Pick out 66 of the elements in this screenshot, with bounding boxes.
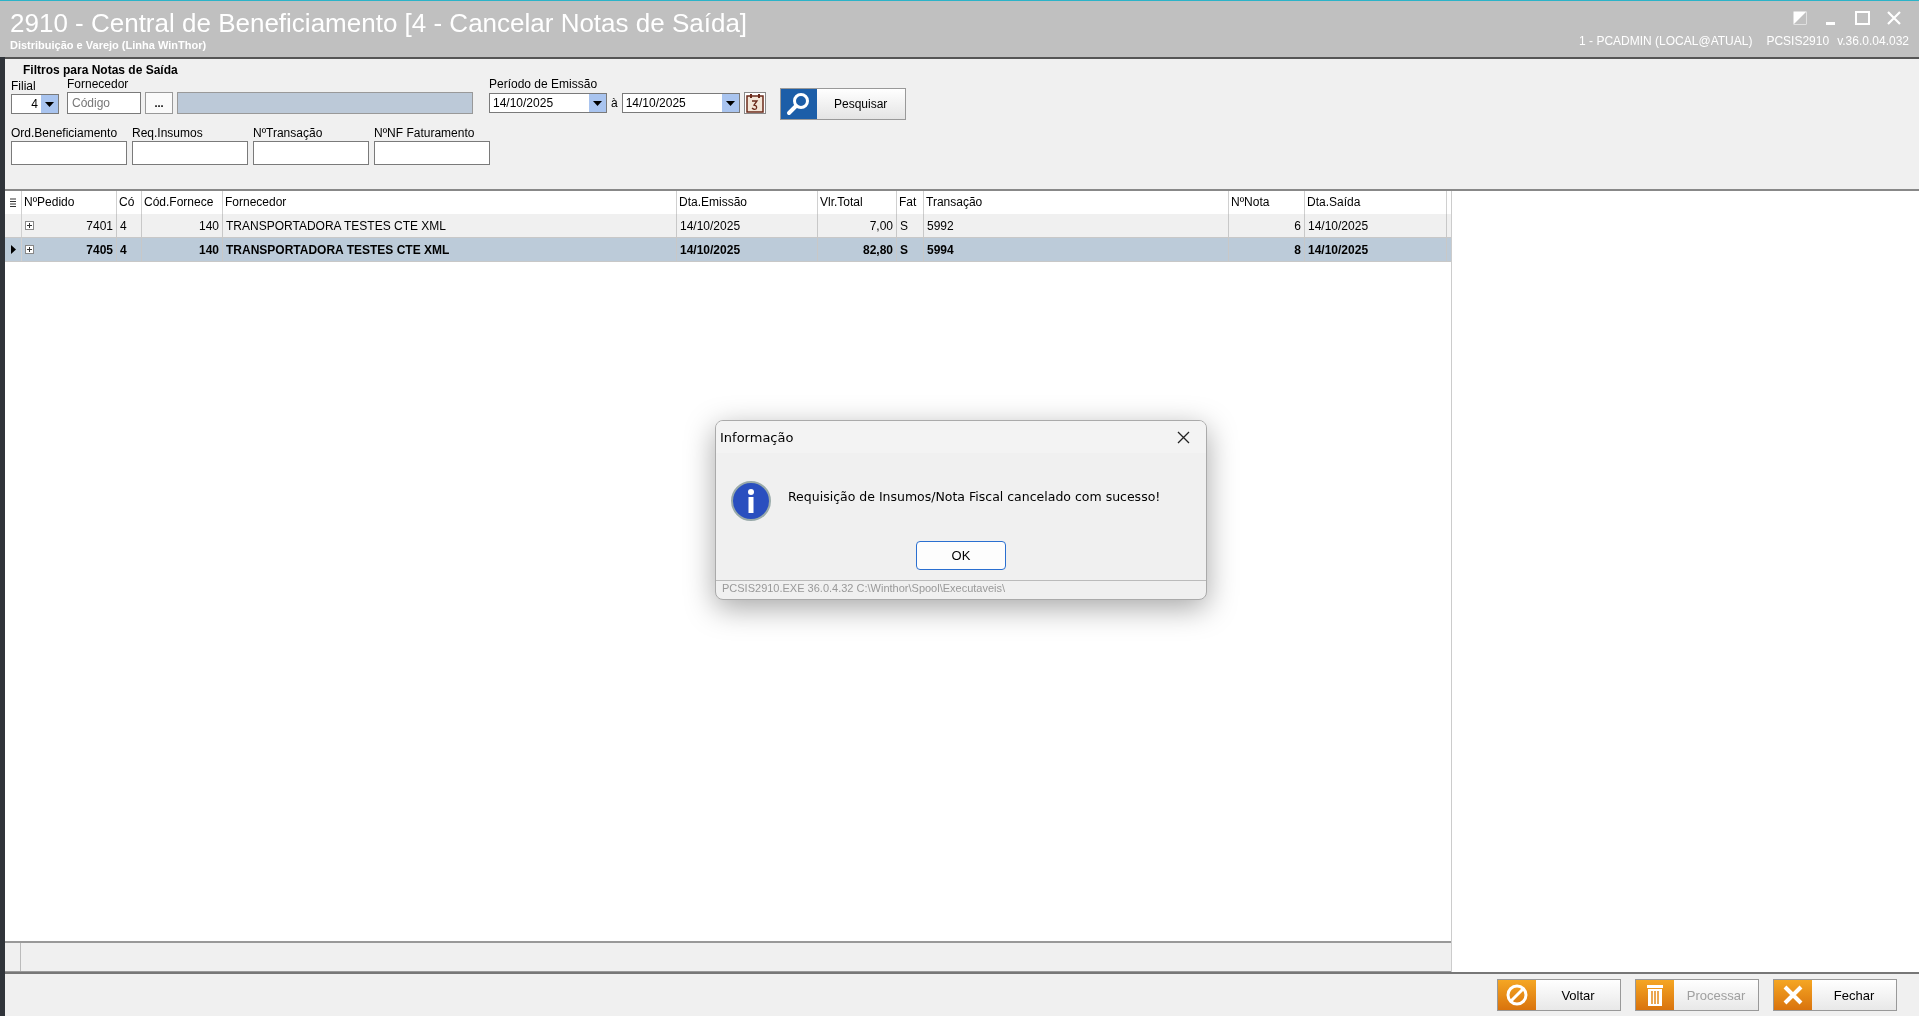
browse-button[interactable]: ... <box>145 92 173 114</box>
program-label: PCSIS2910 <box>1766 34 1830 48</box>
table-row[interactable]: 7401 4 140 TRANSPORTADORA TESTES CTE XML 14/10/2025 7,00 S 5992 6 14/10/2025 <box>5 214 1451 238</box>
filter-field[interactable] <box>132 141 248 165</box>
field-label: Filial <box>11 79 37 94</box>
table-cell: S <box>897 238 924 261</box>
table-cell: 6 <box>1229 214 1305 237</box>
field-label: Fornecedor <box>67 77 130 92</box>
table-cell: S <box>897 214 924 237</box>
calendar-icon[interactable] <box>743 92 766 114</box>
table-cell: 4 <box>117 238 142 261</box>
branch-dropdown[interactable]: 4 <box>11 94 59 114</box>
table-cell: 7,00 <box>818 214 897 237</box>
field-label: NºNF Faturamento <box>374 126 476 141</box>
close-icon <box>1782 984 1804 1006</box>
filter-field[interactable] <box>11 141 127 165</box>
back-button[interactable]: Voltar <box>1497 979 1621 1011</box>
dropdown-arrow-icon[interactable] <box>725 100 735 106</box>
table-cell: 140 <box>142 214 223 237</box>
ok-button[interactable]: OK <box>916 541 1006 570</box>
start-date-picker[interactable]: 14/10/2025 <box>489 93 607 113</box>
table-cell: 14/10/2025 <box>1305 214 1447 237</box>
supplier-code-field[interactable]: Código <box>67 92 141 114</box>
current-row-icon <box>10 245 16 254</box>
dropdown-arrow-icon[interactable] <box>45 101 54 107</box>
filter-field[interactable] <box>374 141 490 165</box>
window-title: 2910 - Central de Beneficiamento [4 - Cancelar Notas de Saída] <box>10 8 748 38</box>
trash-icon <box>1644 983 1666 1007</box>
close-button[interactable]: Fechar <box>1773 979 1897 1011</box>
expand-icon[interactable] <box>25 221 34 230</box>
table-cell: 140 <box>142 238 223 261</box>
search-button[interactable]: Pesquisar <box>779 88 906 120</box>
table-cell: 5994 <box>924 238 1229 261</box>
table-cell: 14/10/2025 <box>1305 238 1447 261</box>
table-cell: 4 <box>117 214 142 237</box>
dialog-status-text: PCSIS2910.EXE 36.0.4.32 C:\Winthor\Spool\Executaveis\ <box>716 580 1206 599</box>
date-separator: à <box>611 96 618 110</box>
dropdown-arrow-icon[interactable] <box>593 100 602 106</box>
dialog-message: Requisição de Insumos/Nota Fiscal cancelado com sucesso! <box>788 488 1161 504</box>
table-cell: 82,80 <box>818 238 897 261</box>
table-cell: 5992 <box>924 214 1229 237</box>
session-label: 1 - PCADMIN (LOCAL@ATUAL) <box>1579 34 1753 48</box>
field-label: NºTransação <box>253 126 324 141</box>
table-row[interactable]: 7405 4 140 TRANSPORTADORA TESTES CTE XML 14/10/2025 82,80 S 5994 8 14/10/2025 <box>5 238 1451 262</box>
filter-field[interactable] <box>253 141 369 165</box>
table-cell: 7405 <box>22 238 117 261</box>
field-label: Req.Insumos <box>132 126 204 141</box>
table-cell: 14/10/2025 <box>677 214 818 237</box>
dialog-title: Informação <box>720 429 794 445</box>
table-cell: TRANSPORTADORA TESTES CTE XML <box>223 214 677 237</box>
info-icon <box>730 480 772 522</box>
table-cell: TRANSPORTADORA TESTES CTE XML <box>223 238 677 261</box>
field-label: Período de Emissão <box>489 77 599 92</box>
close-icon[interactable] <box>1177 430 1190 444</box>
table-cell: 8 <box>1229 238 1305 261</box>
table-cell: 7401 <box>22 214 117 237</box>
version-label: v.36.0.04.032 <box>1837 34 1909 48</box>
field-label: Ord.Beneficiamento <box>11 126 119 141</box>
prohibition-icon <box>1505 983 1529 1007</box>
end-date-picker[interactable]: 14/10/2025 <box>621 93 740 113</box>
table-cell: 14/10/2025 <box>677 238 818 261</box>
expand-icon[interactable] <box>25 245 34 254</box>
window-subtitle: Distribuição e Varejo (Linha WinThor) <box>10 38 208 52</box>
search-icon <box>785 92 812 116</box>
filter-group-title: Filtros para Notas de Saída <box>22 63 179 77</box>
theme-toggle-icon[interactable] <box>1793 11 1807 25</box>
